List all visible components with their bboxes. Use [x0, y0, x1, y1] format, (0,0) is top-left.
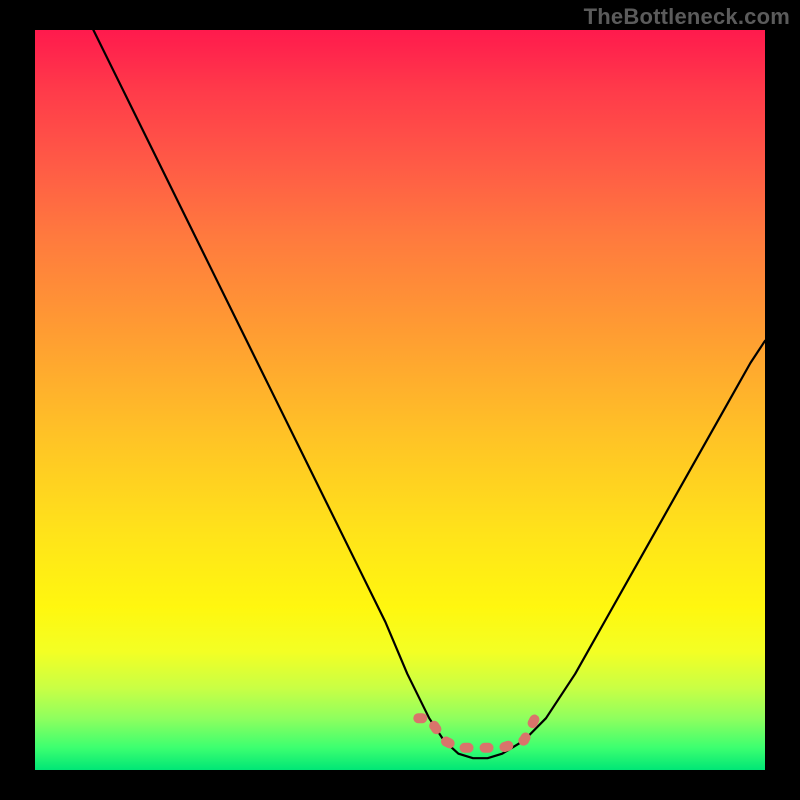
bottleneck-curve-line: [93, 30, 765, 758]
curve-layer: [35, 30, 765, 770]
chart-frame: TheBottleneck.com: [0, 0, 800, 800]
watermark-text: TheBottleneck.com: [584, 4, 790, 30]
plot-area: [35, 30, 765, 770]
